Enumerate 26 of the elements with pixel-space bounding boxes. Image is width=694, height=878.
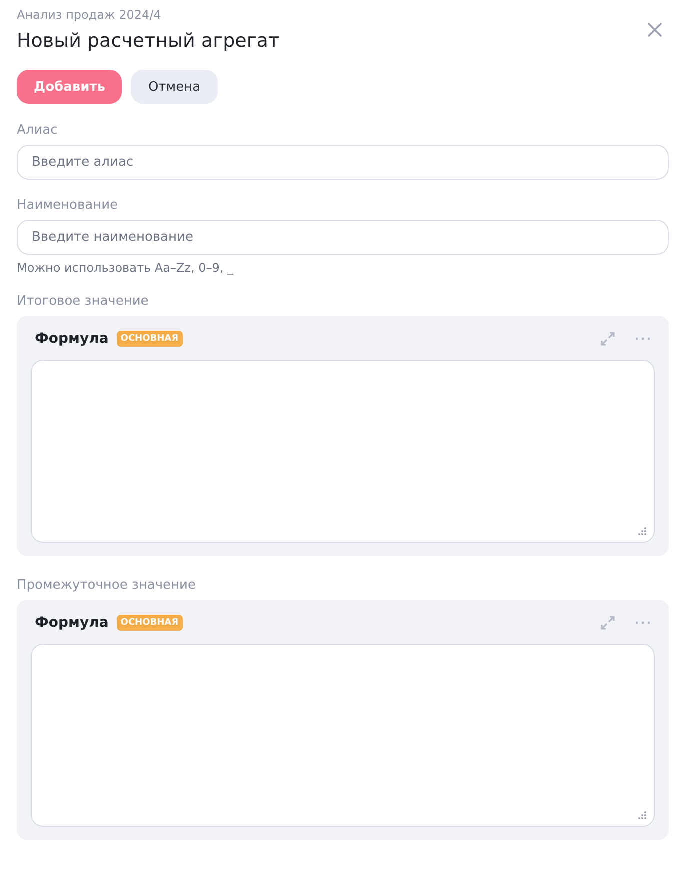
input-field[interactable]: Введите алиас [17, 145, 669, 180]
breadcrumb: Анализ продаж 2024/4 [17, 8, 162, 22]
resize-grip-icon[interactable] [638, 527, 647, 536]
more-icon [635, 337, 651, 341]
formula-title: Формула [35, 615, 109, 631]
expand-icon [601, 616, 615, 630]
field-label: Алиас [17, 123, 59, 138]
cancel-button[interactable]: Отмена [131, 70, 218, 104]
more-icon [635, 621, 651, 625]
resize-grip-icon[interactable] [638, 811, 647, 820]
hint-text: Можно использовать Aa–Zz, 0–9, _ [17, 261, 235, 275]
close-button[interactable] [647, 22, 663, 38]
more-button[interactable] [635, 337, 651, 341]
badge: ОСНОВНАЯ [116, 615, 183, 631]
section-label: Итоговое значение [17, 294, 150, 309]
input-field[interactable]: Введите наименование [17, 220, 669, 255]
badge: ОСНОВНАЯ [116, 331, 183, 347]
close-icon [647, 22, 663, 38]
dialog-title: Новый расчетный агрегат [17, 30, 280, 52]
expand-button[interactable] [601, 332, 615, 346]
field-label: Наименование [17, 198, 120, 213]
formula-title: Формула [35, 331, 109, 347]
expand-icon [601, 332, 615, 346]
more-button[interactable] [635, 621, 651, 625]
expand-button[interactable] [601, 616, 615, 630]
section-label: Промежуточное значение [17, 578, 197, 593]
